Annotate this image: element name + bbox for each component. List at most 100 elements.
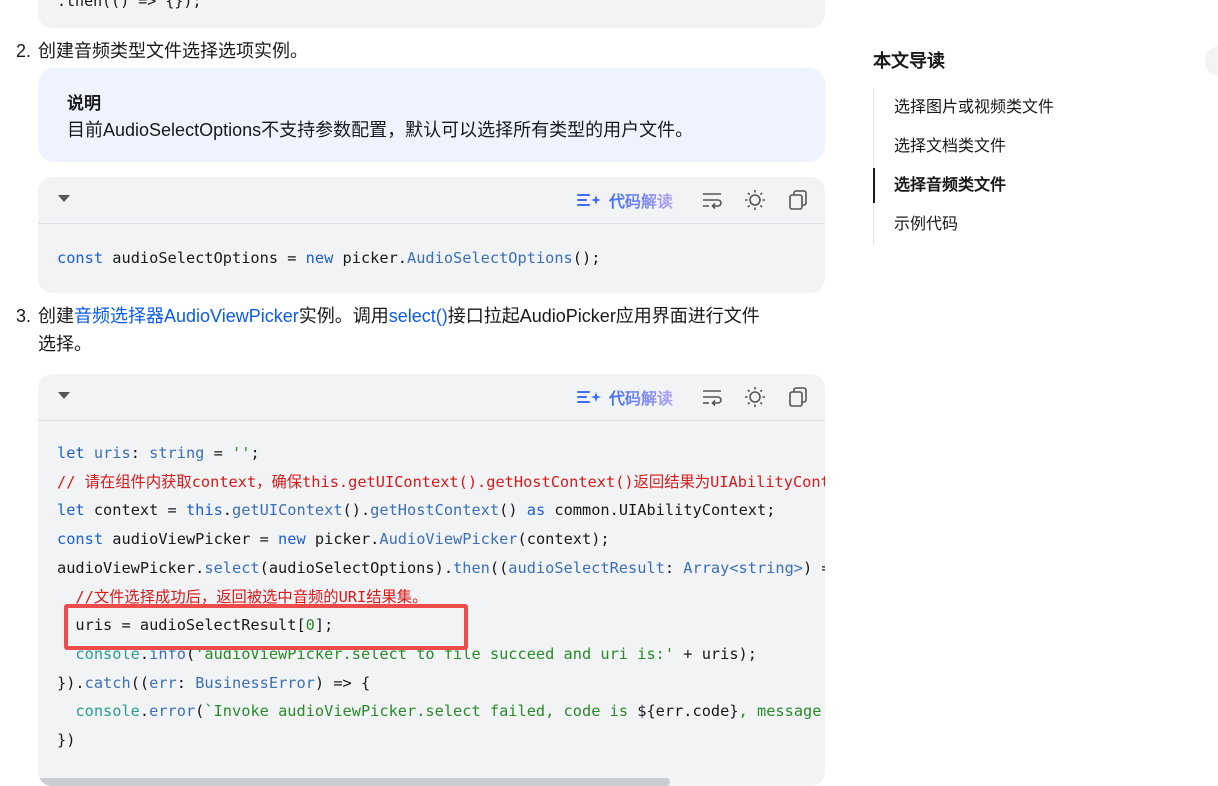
code-line: }) [57,726,825,755]
code-token: ) => { [314,673,371,692]
step-text-before: 创建 [38,306,74,326]
code-token: () [499,501,527,520]
step-text-line2: 选择。 [38,334,92,354]
note-text: 目前AudioSelectOptions不支持参数配置，默认可以选择所有类型的用… [67,120,694,140]
toc-item[interactable]: 选择图片或视频类文件 [874,88,1054,127]
step-text: 创建音频类型文件选择选项实例。 [38,41,308,61]
code-line: audioViewPicker.select(audioSelectOption… [57,554,825,583]
code-token: //文件选择成功后，返回被选中音频的URI结果集。 [57,587,428,606]
code-token: AudioSelectOptions [407,249,573,267]
toc-item[interactable]: 选择音频类文件 [872,166,1054,205]
ai-sparkle-icon [577,391,601,403]
horizontal-scrollbar[interactable] [38,777,825,786]
code-line: // 请在组件内获取context，确保this.getUIContext().… [57,468,825,497]
collapse-triangle-icon[interactable] [58,195,70,202]
code-interpret-label: 代码解读 [609,385,673,409]
code-toolbar: 代码解读 [38,177,825,224]
code-interpret-button[interactable]: 代码解读 [577,189,673,211]
select-api-link[interactable]: select() [389,306,448,326]
code-token: picker. [305,530,380,549]
code-token: . [222,501,233,520]
code-token: , message is [738,702,822,721]
code-token: new [278,530,306,549]
code-token: }) [57,731,76,750]
wrap-lines-icon[interactable] [701,189,723,211]
code-token: ) => { [803,558,825,577]
code-token: (); [572,249,601,267]
code-token: BusinessError [195,673,315,692]
ai-sparkle-icon [577,194,601,206]
code-token: // 请在组件内获取context，确保this.getUIContext().… [57,472,825,491]
code-token: (( [489,558,509,577]
code-token: audioSelectOptions = [103,249,306,267]
step-text-mid: 实例。调用 [298,306,389,326]
code-token: const [57,530,104,549]
code-line: let context = this.getUIContext().getHos… [57,496,825,525]
code-token: err [149,673,177,692]
audio-view-picker-link[interactable]: 音频选择器AudioViewPicker [74,306,299,326]
code-interpret-button[interactable]: 代码解读 [577,386,673,408]
code-token: let [57,444,85,462]
theme-sun-icon[interactable] [744,386,766,408]
step-2: 2. 创建音频类型文件选择选项实例。 [16,37,308,65]
code-token: let [57,501,85,520]
code-token: : [176,673,196,692]
code-token: common.UIAbilityContext; [545,501,776,520]
note-box: 说明 目前AudioSelectOptions不支持参数配置，默认可以选择所有类… [38,68,825,162]
code-token: AudioViewPicker [379,530,518,549]
code-line: const audioSelectOptions = new picker.Au… [57,244,600,273]
code-token: : [664,558,684,577]
code-token: console [75,702,140,721]
code-line: let uris: string = ''; [57,439,825,468]
code-token: (). [342,501,371,520]
code-token: as [526,501,546,520]
scrollbar-thumb[interactable] [38,778,670,786]
code-token: picker. [333,249,407,267]
code-token: getHostContext [370,501,500,520]
collapse-triangle-icon[interactable] [58,392,70,399]
code-content: const audioSelectOptions = new picker.Au… [57,244,600,273]
code-token: (context); [517,530,610,549]
code-line: }).catch((err: BusinessError) => { [57,669,825,698]
code-token: . [139,702,150,721]
code-line: const audioViewPicker = new picker.Audio… [57,525,825,554]
step-text-after: 接口拉起AudioPicker应用界面进行文件 [447,306,760,326]
code-token: this [185,501,223,520]
step-text: 创建音频选择器AudioViewPicker实例。调用select()接口拉起A… [38,302,818,358]
code-token: audioSelectResult [508,558,665,577]
code-block-options: 代码解读 const audioSelectOptions = new pick… [38,177,825,293]
toc-title: 本文导读 [873,51,945,71]
code-token: getUIContext [232,501,343,520]
code-token: new [305,249,334,267]
previous-code-card: .then(() => {}); [38,0,825,28]
code-token: then [453,558,490,577]
step-number: 3. [16,306,32,326]
copy-icon[interactable] [787,386,809,408]
copy-icon[interactable] [787,189,809,211]
code-token: ; [250,444,260,462]
toc-item[interactable]: 选择文档类文件 [874,127,1054,166]
code-token: + uris); [674,644,757,663]
code-token: (( [130,673,150,692]
wrap-lines-icon[interactable] [701,386,723,408]
code-token: string [149,444,205,462]
code-token: ( [195,702,205,721]
code-token: const [57,249,104,267]
code-block-picker: 代码解读 let uris: string = ''; // 请在组件内获取con… [38,374,825,786]
code-token: : [130,444,150,462]
theme-sun-icon[interactable] [744,189,766,211]
edge-button[interactable] [1205,46,1218,76]
code-token: uris [93,444,131,462]
code-token: Array<string> [683,558,804,577]
code-line: console.error(`Invoke audioViewPicker.se… [57,697,825,726]
toc-item[interactable]: 示例代码 [874,205,1054,244]
code-token: (audioSelectOptions). [259,558,454,577]
highlight-box [64,604,468,650]
code-token: ${err.code} [637,702,739,721]
code-token: select [204,558,260,577]
code-token: = [204,444,233,462]
code-line: .then(() => {}); [57,0,202,10]
code-toolbar: 代码解读 [38,374,825,421]
code-token: context = [84,501,186,520]
